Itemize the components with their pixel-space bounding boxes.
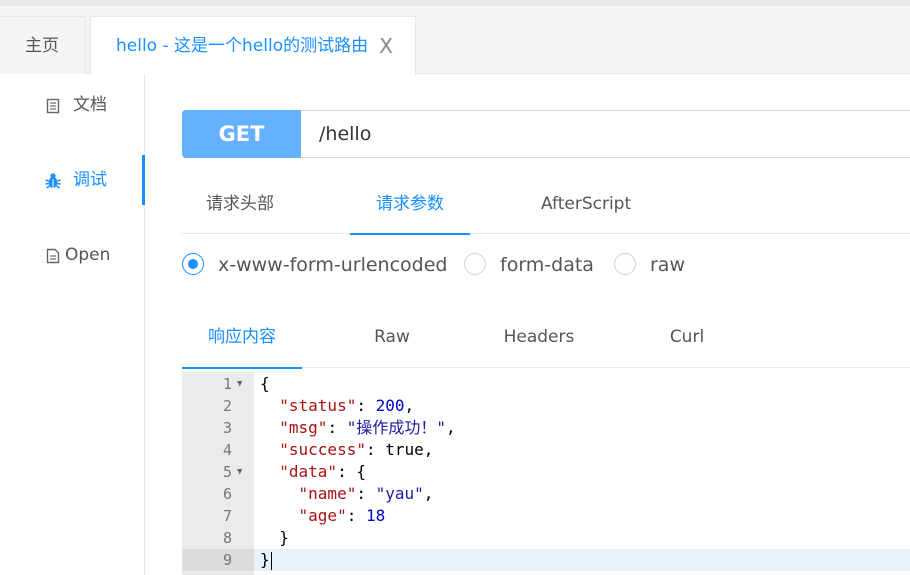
- line-number: 6: [222, 485, 232, 503]
- sidebar-item-label: Open: [65, 245, 111, 265]
- code-line: 3 "msg": "操作成功！",: [182, 417, 910, 439]
- tab-response-curl[interactable]: Curl: [652, 310, 722, 367]
- url-input[interactable]: /hello: [319, 111, 371, 157]
- line-number: 4: [222, 441, 232, 459]
- fold-arrow-icon[interactable]: ▼: [237, 373, 242, 395]
- side-nav: 文档 调试 Open: [0, 74, 145, 575]
- line-number: 1: [222, 375, 232, 393]
- tab-request-headers[interactable]: 请求头部: [206, 176, 274, 233]
- radio-label: raw: [650, 254, 685, 276]
- code-text: "status": 200,: [279, 396, 415, 415]
- radio-unchecked-icon: [614, 253, 636, 275]
- tab-home[interactable]: 主页: [0, 16, 86, 74]
- code-text-content: }: [260, 550, 270, 569]
- code-text: {: [260, 374, 270, 393]
- line-number: 5: [222, 463, 232, 481]
- code-line: 6 "name": "yau",: [182, 483, 910, 505]
- line-number: 8: [222, 529, 232, 547]
- code-line: 2 "status": 200,: [182, 395, 910, 417]
- line-number: 9: [222, 551, 232, 569]
- line-number: 7: [222, 507, 232, 525]
- sidebar-item-docs[interactable]: 文档: [0, 80, 145, 130]
- close-icon[interactable]: X: [379, 17, 393, 75]
- code-line-active: 9 }: [182, 549, 910, 571]
- code-line: 4 "success": true,: [182, 439, 910, 461]
- sidebar-item-debug[interactable]: 调试: [0, 155, 145, 205]
- url-bar: GET /hello: [182, 110, 910, 158]
- code-text: "msg": "操作成功！",: [279, 418, 456, 437]
- tab-response-content[interactable]: 响应内容: [182, 310, 302, 369]
- tab-request-params[interactable]: 请求参数: [350, 176, 470, 235]
- radio-label: form-data: [500, 254, 594, 276]
- code-line: 5 ▼ "data": {: [182, 461, 910, 483]
- document-icon: [44, 80, 62, 130]
- code-text: "age": 18: [298, 506, 386, 525]
- code-text: "data": {: [279, 462, 366, 481]
- code-text: }: [260, 549, 272, 571]
- code-text: }: [260, 528, 289, 547]
- body-type-group: x-www-form-urlencoded form-data raw: [182, 250, 910, 280]
- tab-hello[interactable]: hello - 这是一个hello的测试路由 X: [90, 16, 416, 75]
- tab-hello-label: hello - 这是一个hello的测试路由: [116, 36, 369, 56]
- tab-response-raw[interactable]: Raw: [352, 310, 432, 367]
- tab-response-headers[interactable]: Headers: [494, 310, 584, 367]
- method-select[interactable]: GET: [182, 110, 301, 158]
- tab-home-label: 主页: [25, 36, 59, 56]
- response-editor[interactable]: 1 ▼ { 2 "status": 200, 3 "msg": "操作成功！",…: [182, 372, 910, 575]
- radio-unchecked-icon: [464, 253, 486, 275]
- tab-bar: 主页 hello - 这是一个hello的测试路由 X: [0, 6, 910, 75]
- fold-arrow-icon[interactable]: ▼: [237, 461, 242, 483]
- request-tabs: 请求头部 请求参数 AfterScript: [182, 176, 910, 235]
- radio-label: x-www-form-urlencoded: [218, 254, 448, 276]
- code-text: "success": true,: [279, 440, 434, 459]
- bug-icon: [44, 155, 62, 205]
- response-tabs: 响应内容 Raw Headers Curl: [182, 310, 910, 369]
- code-text: "name": "yau",: [298, 484, 434, 503]
- code-line: 1 ▼ {: [182, 373, 910, 395]
- sidebar-item-label: 调试: [73, 170, 107, 190]
- code-line: 7 "age": 18: [182, 505, 910, 527]
- line-number: 2: [222, 397, 232, 415]
- line-number: 3: [222, 419, 232, 437]
- text-cursor: [270, 551, 272, 570]
- sidebar-item-open[interactable]: Open: [0, 230, 145, 280]
- code-line: 8 }: [182, 527, 910, 549]
- sidebar-item-label: 文档: [73, 95, 107, 115]
- radio-checked-icon: [182, 253, 204, 275]
- file-icon: [44, 230, 62, 280]
- tab-afterscript[interactable]: AfterScript: [541, 176, 631, 233]
